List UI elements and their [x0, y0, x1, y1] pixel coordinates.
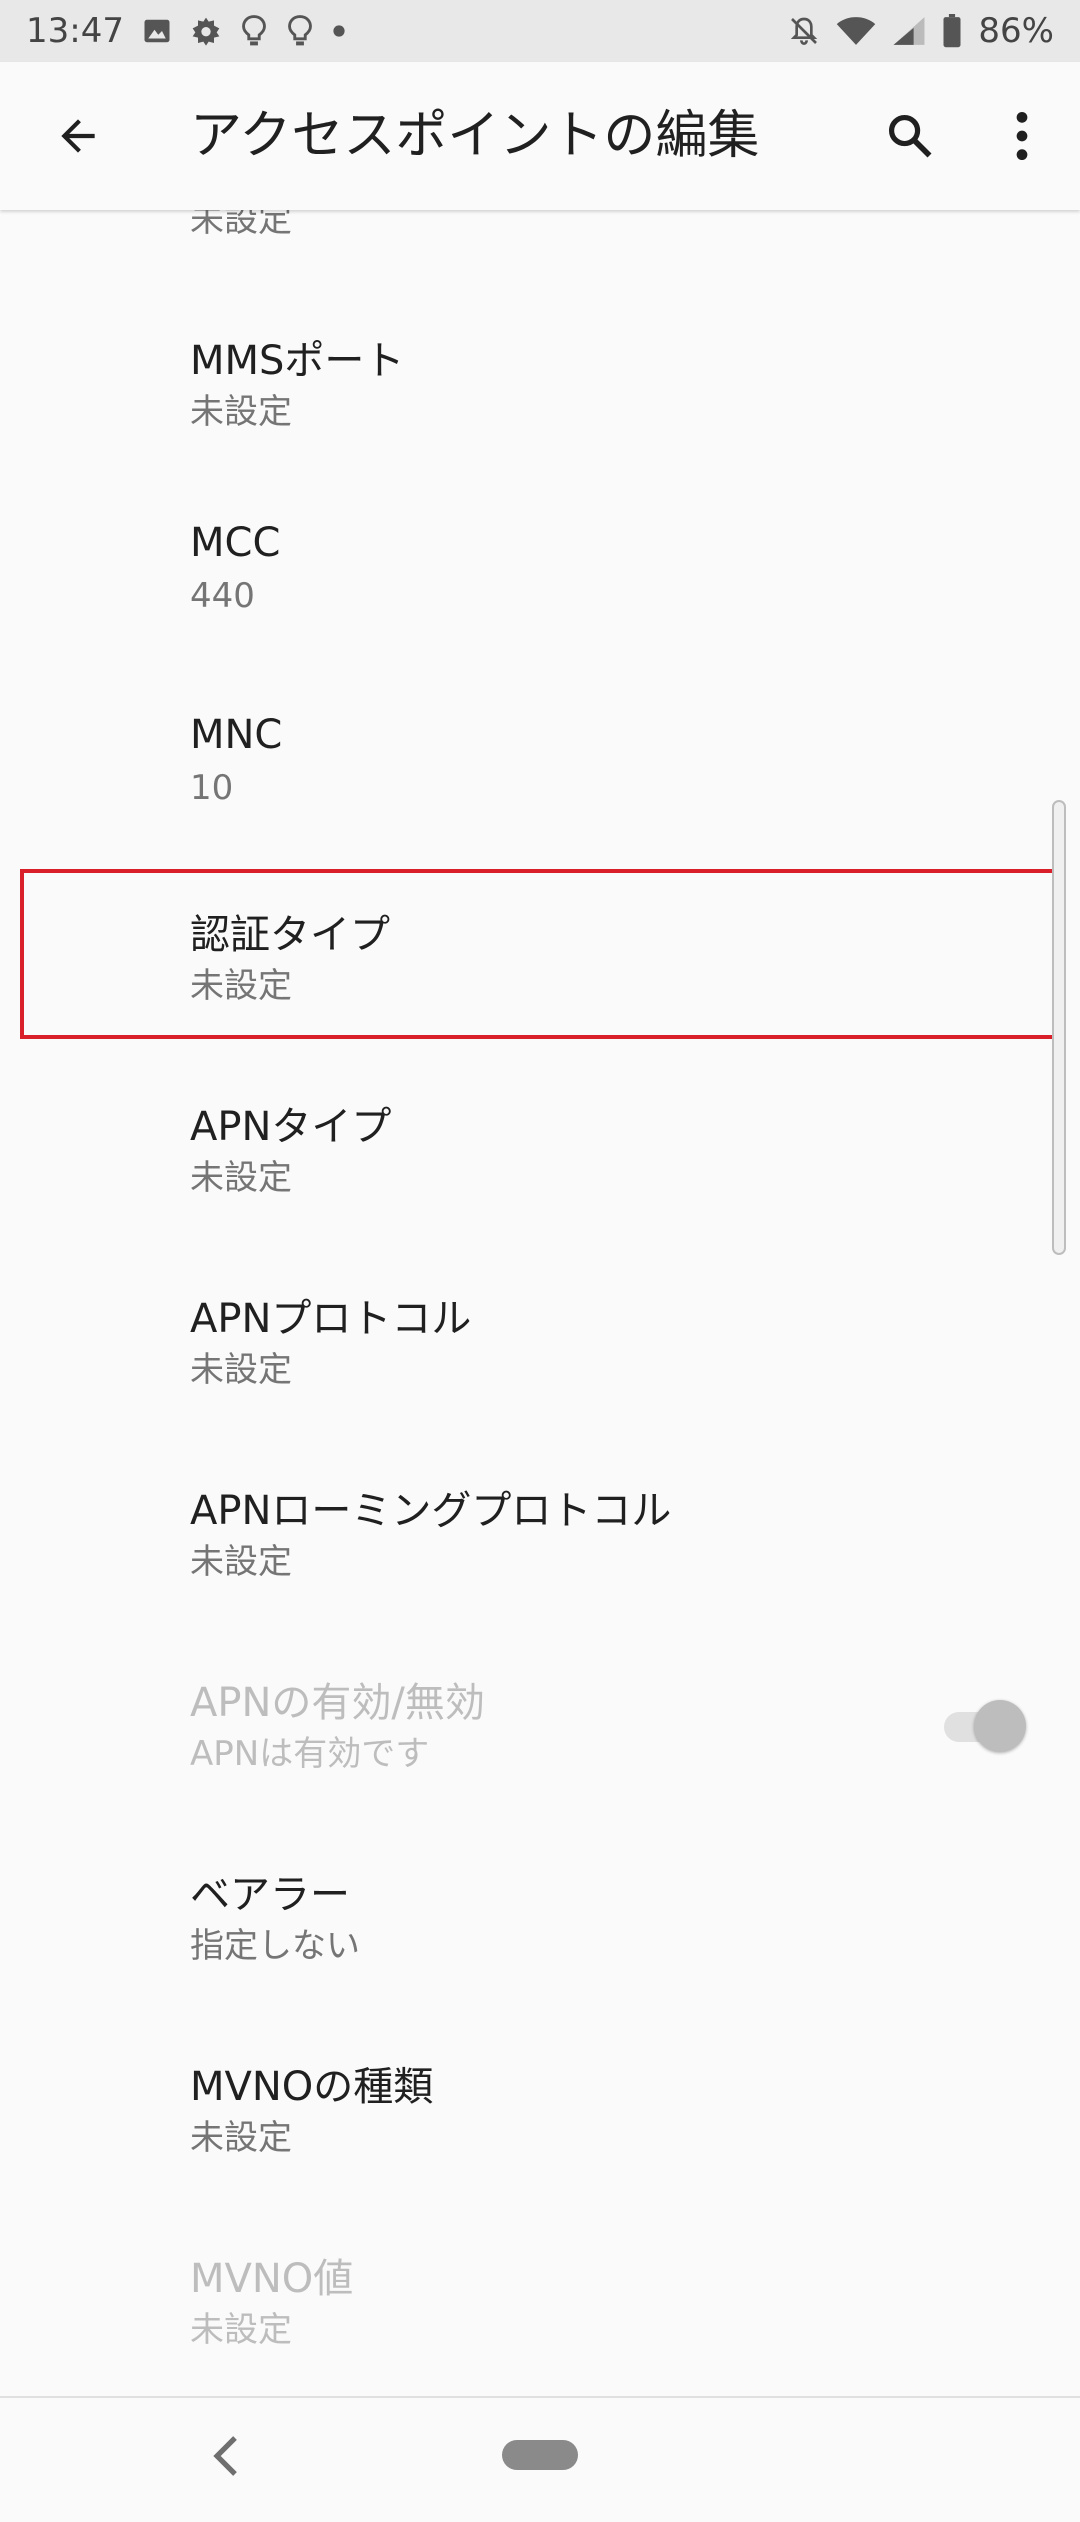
preference-summary: 未設定: [190, 2118, 292, 2158]
preference-apn-enable: APNの有効/無効 APNは有効です: [0, 1670, 1080, 1862]
lightbulb-icon: [240, 14, 268, 48]
status-time: 13:47: [26, 11, 124, 51]
preference-apn-protocol[interactable]: APNプロトコル 未設定: [0, 1286, 1080, 1478]
toggle-thumb: [974, 1700, 1026, 1752]
preference-apn-roaming-protocol[interactable]: APNローミングプロトコル 未設定: [0, 1478, 1080, 1670]
preference-title: MNC: [190, 712, 283, 758]
preference-title: APNプロトコル: [190, 1296, 472, 1342]
lightbulb-icon: [286, 14, 314, 48]
back-button[interactable]: [40, 98, 116, 174]
status-bar: 13:47 86%: [0, 0, 1080, 62]
preference-summary: 440: [190, 576, 255, 616]
preference-summary: 未設定: [190, 966, 292, 1006]
preference-summary: 未設定: [190, 1158, 292, 1198]
preference-summary: 未設定: [190, 2310, 292, 2350]
preference-list[interactable]: 未設定 MMSポート 未設定 MCC 440 MNC 10 認証タイプ 未設定 …: [0, 210, 1080, 2396]
search-button[interactable]: [872, 98, 948, 174]
preference-mvno-value: MVNO値 未設定: [0, 2246, 1080, 2396]
scrollbar[interactable]: [1052, 800, 1066, 1255]
app-bar: アクセスポイントの編集: [0, 62, 1080, 210]
preference-mvno-type[interactable]: MVNOの種類 未設定: [0, 2054, 1080, 2246]
preference-title: MCC: [190, 520, 281, 566]
preference-title: APNの有効/無効: [190, 1680, 485, 1726]
more-options-button[interactable]: [984, 98, 1060, 174]
preference-summary: 10: [190, 768, 234, 808]
nav-back-icon: [213, 2436, 237, 2476]
nav-home-pill-icon[interactable]: [502, 2440, 578, 2470]
apn-enable-toggle: [944, 1696, 1030, 1756]
preference-mnc[interactable]: MNC 10: [0, 712, 1080, 904]
dot-icon: [332, 24, 346, 38]
preference-apn-type[interactable]: APNタイプ 未設定: [0, 1094, 1080, 1286]
partial-preference-summary: 未設定: [190, 210, 292, 240]
battery-icon: [942, 14, 962, 48]
search-icon: [888, 114, 932, 158]
preference-summary: 指定しない: [190, 1926, 360, 1966]
gear-icon: [190, 15, 222, 47]
preference-bearer[interactable]: ベアラー 指定しない: [0, 1862, 1080, 2054]
preference-title: ベアラー: [190, 1872, 350, 1918]
cell-signal-icon: [892, 15, 926, 47]
preference-summary: 未設定: [190, 1350, 292, 1390]
preference-title: APNローミングプロトコル: [190, 1488, 672, 1534]
preference-title: MVNOの種類: [190, 2064, 434, 2110]
notifications-off-icon: [788, 15, 820, 47]
preference-auth-type[interactable]: 認証タイプ 未設定: [0, 902, 1080, 1094]
preference-mcc[interactable]: MCC 440: [0, 520, 1080, 712]
preference-title: MVNO値: [190, 2256, 354, 2302]
page-title: アクセスポイントの編集: [190, 106, 760, 166]
wifi-icon: [836, 15, 876, 47]
preference-summary: 未設定: [190, 1542, 292, 1582]
preference-title: APNタイプ: [190, 1104, 392, 1150]
more-vert-icon: [1016, 111, 1028, 161]
preference-summary: 未設定: [190, 392, 292, 432]
battery-level: 86%: [978, 11, 1054, 51]
preference-mms-port[interactable]: MMSポート 未設定: [0, 328, 1080, 520]
image-icon: [142, 16, 172, 46]
nav-back-button[interactable]: [195, 2426, 255, 2486]
preference-summary: APNは有効です: [190, 1734, 430, 1774]
navigation-bar: [0, 2396, 1080, 2522]
preference-title: MMSポート: [190, 338, 405, 384]
arrow-back-icon: [61, 119, 95, 153]
preference-title: 認証タイプ: [190, 912, 390, 958]
